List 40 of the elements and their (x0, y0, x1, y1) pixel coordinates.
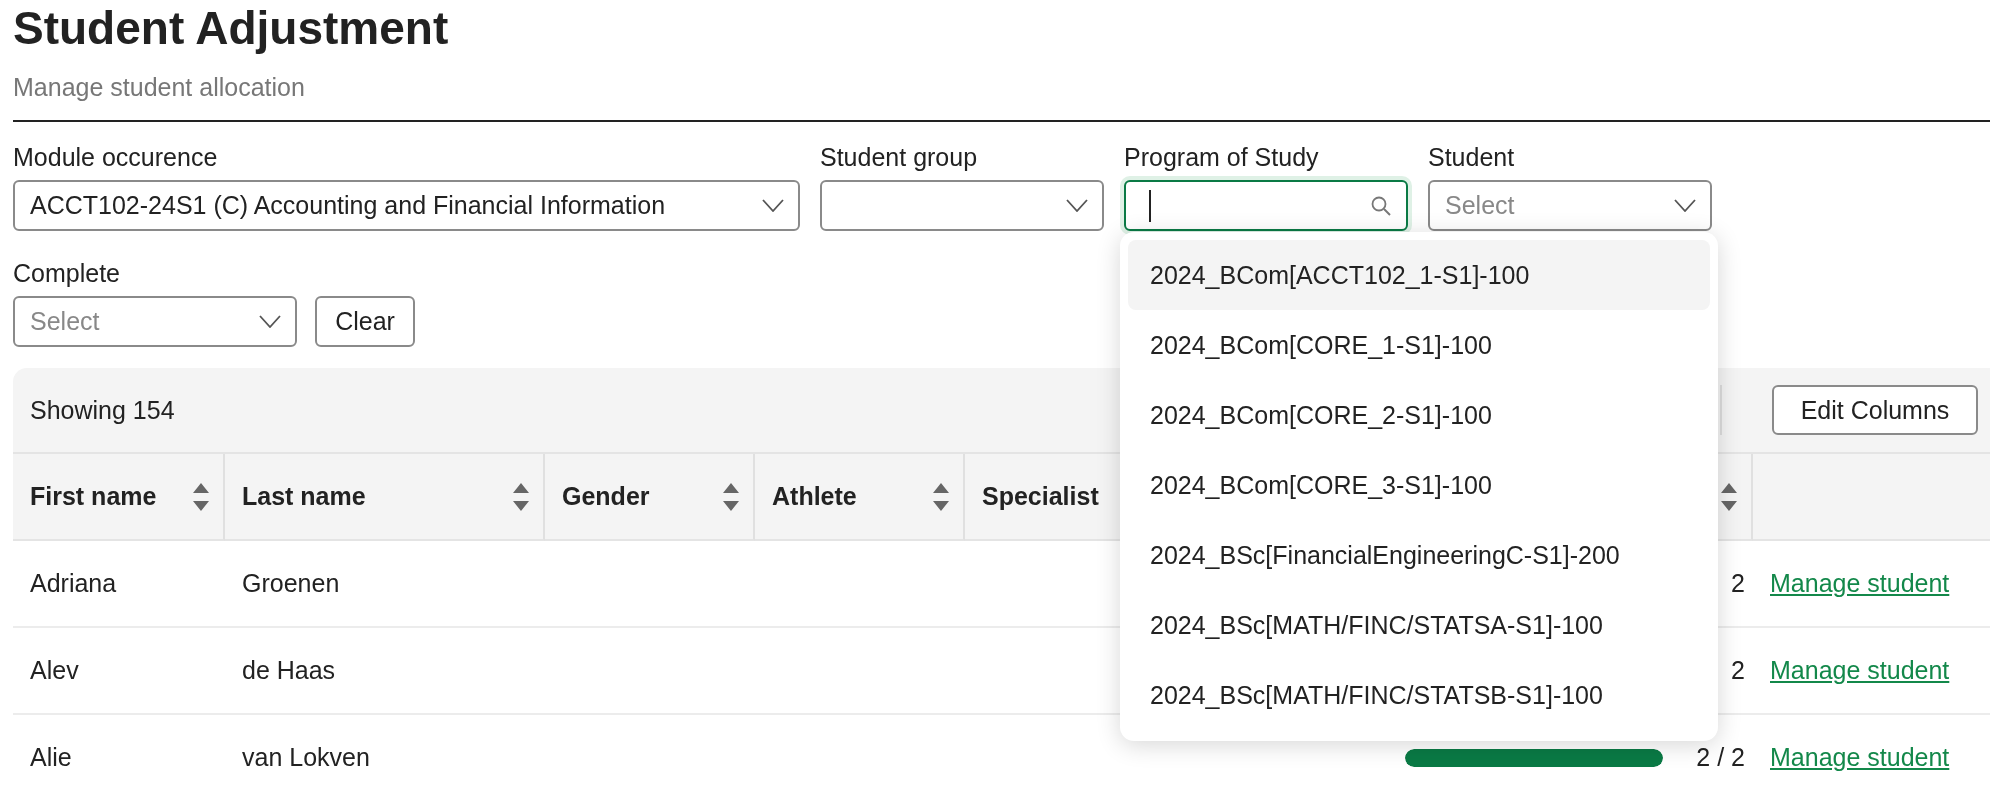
column-header: Athlete (772, 482, 857, 511)
field-label: Complete (13, 258, 120, 288)
search-icon (1370, 194, 1392, 217)
select-field[interactable]: Select (13, 296, 297, 347)
column-header: Last name (242, 482, 366, 511)
table-cell: Groenen (225, 541, 545, 628)
table-cell: Adriana (13, 541, 225, 628)
dropdown-option[interactable]: 2024_BCom[CORE_1-S1]-100 (1128, 310, 1710, 380)
clear-button[interactable]: Clear (315, 296, 415, 347)
column-header: Specialist (982, 482, 1099, 511)
dropdown-option[interactable]: 2024_BSc[FinancialEngineeringC-S1]-200 (1128, 520, 1710, 590)
dropdown-option[interactable]: 2024_BCom[CORE_3-S1]-100 (1128, 450, 1710, 520)
table-cell: de Haas (225, 628, 545, 715)
select-field[interactable]: Select (1428, 180, 1712, 231)
select-field[interactable] (820, 180, 1104, 231)
dropdown-option[interactable]: 2024_BCom[ACCT102_1-S1]-100 (1128, 240, 1710, 310)
edit-columns-button[interactable]: Edit Columns (1772, 385, 1978, 435)
chevron-down-icon (1674, 199, 1696, 212)
progress-reading: 2 / 2 (1696, 743, 1745, 772)
table-cell: Alev (13, 628, 225, 715)
result-count: Showing 154 (30, 395, 175, 425)
table-cell: Alie (13, 715, 225, 794)
chevron-down-icon (259, 315, 281, 328)
page-title: Student Adjustment (13, 1, 449, 56)
progress-reading: 2 (1731, 569, 1745, 598)
dropdown-option[interactable]: 2024_BSc[MATH/FINC/STATSB-S1]-100 (1128, 660, 1710, 730)
field-label: Student group (820, 142, 978, 172)
column-header: Gender (562, 482, 650, 511)
field-label: Program of Study (1124, 142, 1319, 172)
chevron-down-icon (1066, 199, 1088, 212)
table-cell: van Lokven (225, 715, 545, 794)
dropdown-option[interactable]: 2024_BCom[CORE_2-S1]-100 (1128, 380, 1710, 450)
page-subtitle: Manage student allocation (13, 72, 305, 103)
field-label: Student (1428, 142, 1515, 172)
column-header: First name (30, 482, 157, 511)
select-field[interactable]: ACCT102-24S1 (C) Accounting and Financial Information (13, 180, 800, 231)
progress-reading: 2 (1731, 656, 1745, 685)
chevron-down-icon (762, 199, 784, 212)
field-label: Module occurence (13, 142, 218, 172)
dropdown-option[interactable]: 2024_BSc[MATH/FINC/STATSA-S1]-100 (1128, 590, 1710, 660)
